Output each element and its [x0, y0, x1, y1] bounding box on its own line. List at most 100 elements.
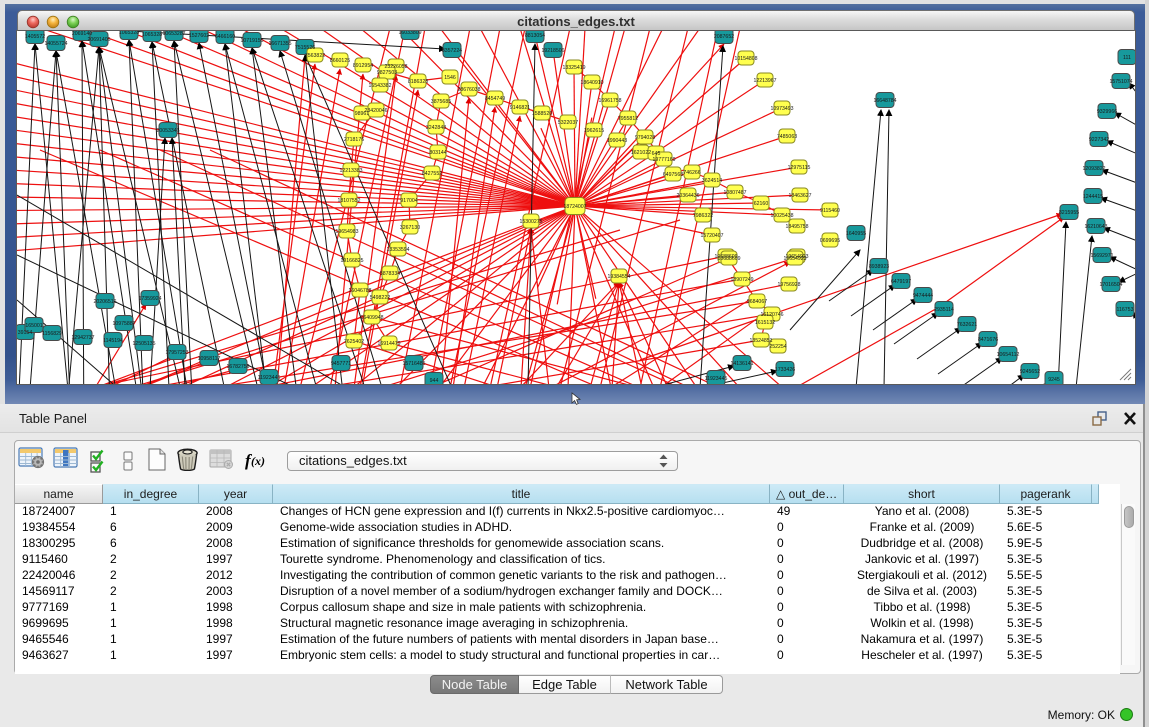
- svg-text:10154808: 10154808: [734, 56, 757, 62]
- svg-text:19777169: 19777169: [652, 157, 675, 163]
- svg-text:15716485: 15716485: [402, 361, 425, 367]
- svg-text:16210643: 16210643: [1084, 224, 1107, 230]
- svg-text:10975887: 10975887: [112, 321, 135, 327]
- svg-text:11923445: 11923445: [705, 376, 728, 382]
- svg-text:39154: 39154: [18, 330, 33, 336]
- svg-text:1733426: 1733426: [775, 367, 795, 373]
- svg-text:2087652: 2087652: [714, 34, 734, 40]
- svg-text:1546: 1546: [444, 75, 456, 81]
- svg-text:803144: 803144: [429, 150, 446, 156]
- svg-text:1527602: 1527602: [189, 33, 209, 39]
- svg-text:19218506: 19218506: [541, 48, 564, 54]
- svg-text:12942737: 12942737: [71, 335, 94, 341]
- svg-text:9146821: 9146821: [510, 105, 530, 111]
- svg-text:10688609: 10688609: [717, 256, 740, 262]
- svg-text:14055724: 14055724: [44, 41, 67, 47]
- svg-text:9227342: 9227342: [1089, 137, 1109, 143]
- svg-text:8471676: 8471676: [978, 337, 998, 343]
- svg-text:3875685: 3875685: [431, 99, 451, 105]
- svg-text:7625402: 7625402: [344, 339, 364, 345]
- svg-text:6497568: 6497568: [663, 172, 683, 178]
- svg-text:16671355: 16671355: [268, 41, 291, 47]
- svg-text:944: 944: [430, 378, 439, 384]
- svg-text:18107552: 18107552: [337, 198, 360, 204]
- svg-text:8938923: 8938923: [869, 264, 889, 270]
- svg-text:9245652: 9245652: [1020, 369, 1040, 375]
- svg-text:8357224: 8357224: [442, 48, 462, 54]
- svg-text:10025438: 10025438: [770, 213, 793, 219]
- svg-text:16409948: 16409948: [360, 315, 383, 321]
- svg-text:8427552: 8427552: [422, 171, 442, 177]
- svg-text:9329966: 9329966: [1097, 109, 1117, 115]
- svg-text:15692971: 15692971: [1090, 253, 1113, 259]
- svg-text:6466160: 6466160: [215, 34, 235, 40]
- svg-text:8813054: 8813054: [525, 33, 545, 39]
- svg-text:(x): (x): [251, 454, 265, 468]
- svg-text:252254: 252254: [769, 344, 786, 350]
- svg-text:917004: 917004: [400, 198, 417, 204]
- svg-text:16648784: 16648784: [873, 98, 896, 104]
- svg-text:1156829: 1156829: [42, 331, 62, 337]
- svg-text:10719155: 10719155: [240, 38, 263, 44]
- svg-text:18907249: 18907249: [730, 277, 753, 283]
- svg-text:1405572: 1405572: [25, 34, 45, 40]
- svg-text:9684067: 9684067: [747, 299, 767, 305]
- svg-text:62160: 62160: [754, 201, 769, 207]
- svg-text:13353594: 13353594: [386, 247, 409, 253]
- svg-text:18495758: 18495758: [785, 224, 808, 230]
- svg-text:19654983: 19654983: [335, 229, 358, 235]
- svg-text:19756928: 19756928: [777, 282, 800, 288]
- svg-text:10958117: 10958117: [198, 356, 221, 362]
- svg-text:19384554: 19384554: [607, 274, 630, 280]
- svg-text:7515526: 7515526: [295, 45, 315, 51]
- svg-text:7485063: 7485063: [777, 134, 797, 140]
- svg-text:1990443: 1990443: [607, 138, 627, 144]
- svg-text:2718176: 2718176: [344, 137, 364, 143]
- svg-text:8215955: 8215955: [1059, 210, 1079, 216]
- svg-text:23420046: 23420046: [364, 108, 387, 114]
- svg-text:7632621: 7632621: [957, 322, 977, 328]
- svg-text:17957253: 17957253: [165, 350, 188, 356]
- svg-text:9457771: 9457771: [331, 361, 351, 367]
- svg-text:17359924: 17359924: [138, 296, 161, 302]
- svg-text:111: 111: [1123, 55, 1131, 61]
- svg-text:5498222: 5498222: [370, 295, 390, 301]
- svg-text:1640955: 1640955: [846, 231, 866, 237]
- svg-text:0699695: 0699695: [820, 238, 840, 244]
- svg-text:8660125: 8660125: [330, 58, 350, 64]
- svg-text:12975115: 12975115: [788, 165, 811, 171]
- svg-text:15720407: 15720407: [700, 233, 723, 239]
- svg-text:1615132: 1615132: [755, 320, 775, 326]
- svg-text:18640910: 18640910: [580, 80, 603, 86]
- svg-text:16782759: 16782759: [226, 364, 249, 370]
- svg-text:16914479: 16914479: [377, 341, 400, 347]
- svg-text:20053346: 20053346: [156, 128, 179, 134]
- svg-text:10807487: 10807487: [723, 190, 746, 196]
- svg-text:10654112: 10654112: [997, 352, 1020, 358]
- svg-text:1145194: 1145194: [103, 338, 123, 344]
- svg-text:16033809: 16033809: [398, 31, 421, 36]
- svg-text:8186328: 8186328: [408, 79, 428, 85]
- svg-text:9827503: 9827503: [377, 70, 397, 76]
- svg-text:16961758: 16961758: [598, 98, 621, 104]
- svg-text:28676038: 28676038: [457, 87, 480, 93]
- svg-text:1065328: 1065328: [119, 31, 139, 36]
- svg-text:3267130: 3267130: [400, 225, 420, 231]
- svg-text:9474444: 9474444: [913, 293, 933, 299]
- svg-text:19654923: 19654923: [783, 256, 806, 262]
- svg-text:14136141: 14136141: [730, 361, 753, 367]
- svg-text:16543382: 16543382: [368, 83, 391, 89]
- svg-text:13325419: 13325419: [562, 65, 585, 71]
- svg-text:746266: 746266: [683, 170, 700, 176]
- svg-text:7955812: 7955812: [618, 116, 638, 122]
- svg-text:18463627: 18463627: [788, 193, 811, 199]
- svg-text:9245: 9245: [1048, 377, 1060, 383]
- svg-text:1621022: 1621022: [631, 150, 651, 156]
- svg-text:1244415: 1244415: [1083, 194, 1103, 200]
- svg-text:12213967: 12213967: [753, 78, 776, 84]
- svg-text:15751074: 15751074: [1109, 79, 1132, 85]
- svg-text:3242848: 3242848: [426, 125, 446, 131]
- svg-text:116753: 116753: [1117, 307, 1134, 313]
- svg-text:18724007: 18724007: [563, 204, 586, 210]
- svg-text:19166825: 19166825: [340, 258, 363, 264]
